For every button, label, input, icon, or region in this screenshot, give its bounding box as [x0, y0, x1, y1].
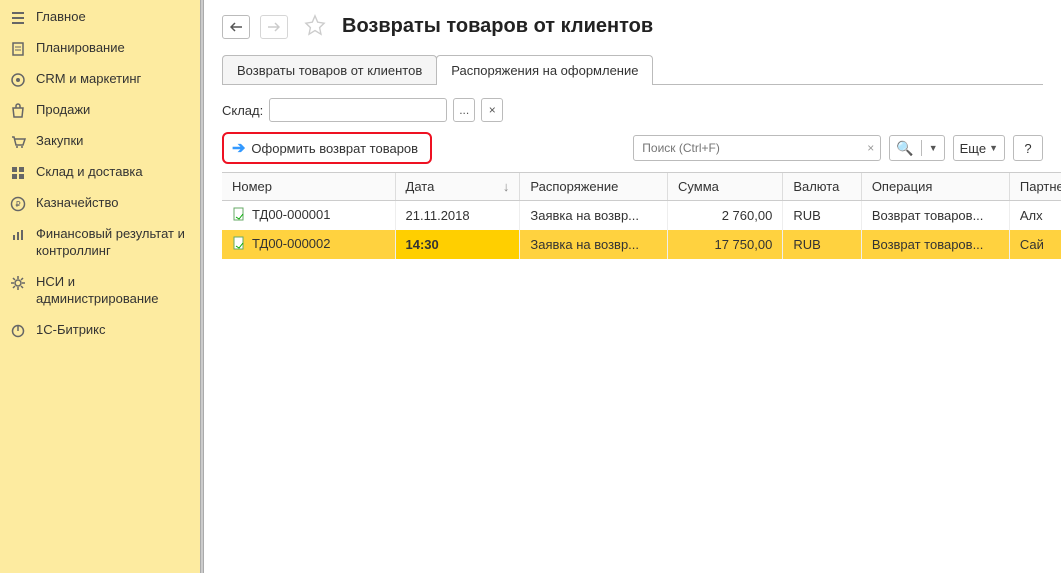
sidebar-item-label: 1С-Битрикс	[36, 322, 106, 339]
sidebar-item-finance[interactable]: Финансовый результат и контроллинг	[0, 219, 200, 267]
sidebar: Главное Планирование CRM и маркетинг Про…	[0, 0, 200, 573]
toolbar: ➔ Оформить возврат товаров × 🔍 ▼ Еще ▼ ?	[204, 132, 1061, 172]
sidebar-item-label: Планирование	[36, 40, 125, 57]
page-title: Возвраты товаров от клиентов	[342, 15, 653, 38]
sidebar-item-label: Продажи	[36, 102, 90, 119]
sidebar-item-crm[interactable]: CRM и маркетинг	[0, 64, 200, 95]
filter-menu-button[interactable]: 🔍 ▼	[889, 135, 944, 161]
cell-order: Заявка на возвр...	[520, 230, 668, 259]
sidebar-item-label: Склад и доставка	[36, 164, 143, 181]
search-box: ×	[633, 135, 881, 161]
sidebar-item-nsi[interactable]: НСИ и администрирование	[0, 267, 200, 315]
sidebar-item-main[interactable]: Главное	[0, 2, 200, 33]
table-row-selected[interactable]: ТД00-000002 14:30 Заявка на возвр... 17 …	[222, 230, 1061, 259]
sidebar-item-label: НСИ и администрирование	[36, 274, 188, 308]
document-icon	[232, 207, 246, 224]
cell-number: ТД00-000001	[252, 207, 330, 222]
cell-operation: Возврат товаров...	[861, 201, 1009, 231]
tab-returns[interactable]: Возвраты товаров от клиентов	[222, 55, 437, 85]
cell-currency: RUB	[783, 230, 862, 259]
table-row[interactable]: ТД00-000001 21.11.2018 Заявка на возвр..…	[222, 201, 1061, 231]
power-icon	[10, 323, 26, 339]
document-icon	[232, 236, 246, 253]
favorite-icon[interactable]	[304, 14, 326, 39]
filter-row: Склад: ... ×	[204, 86, 1061, 132]
help-label: ?	[1024, 141, 1031, 156]
sidebar-item-label: Главное	[36, 9, 86, 26]
sidebar-item-label: Финансовый результат и контроллинг	[36, 226, 188, 260]
cell-sum: 17 750,00	[668, 230, 783, 259]
sort-asc-icon: ↓	[503, 179, 510, 194]
action-label: Оформить возврат товаров	[251, 141, 418, 156]
svg-text:₽: ₽	[15, 200, 20, 209]
gear-icon	[10, 275, 26, 291]
help-button[interactable]: ?	[1013, 135, 1043, 161]
menu-icon	[10, 10, 26, 26]
col-date[interactable]: Дата↓	[395, 173, 520, 201]
cell-number: ТД00-000002	[252, 236, 330, 251]
chart-icon	[10, 227, 26, 243]
cell-date: 21.11.2018	[395, 201, 520, 231]
ruble-icon: ₽	[10, 196, 26, 212]
sidebar-item-sales[interactable]: Продажи	[0, 95, 200, 126]
warehouse-select-button[interactable]: ...	[453, 98, 475, 122]
sidebar-item-label: Казначейство	[36, 195, 118, 212]
col-order[interactable]: Распоряжение	[520, 173, 668, 201]
warehouse-clear-button[interactable]: ×	[481, 98, 503, 122]
back-button[interactable]	[222, 15, 250, 39]
table-header-row: Номер Дата↓ Распоряжение Сумма Валюта Оп…	[222, 173, 1061, 201]
filter-label-warehouse: Склад:	[222, 103, 263, 118]
cell-partner: Алх	[1009, 201, 1061, 231]
search-clear-icon[interactable]: ×	[867, 141, 874, 155]
cell-date: 14:30	[395, 230, 520, 259]
warehouse-input[interactable]	[269, 98, 447, 122]
more-label: Еще	[960, 141, 986, 156]
col-operation[interactable]: Операция	[861, 173, 1009, 201]
tab-label: Распоряжения на оформление	[451, 63, 638, 78]
tab-label: Возвраты товаров от клиентов	[237, 63, 422, 78]
create-return-button[interactable]: ➔ Оформить возврат товаров	[222, 132, 432, 164]
forward-button[interactable]	[260, 15, 288, 39]
search-input[interactable]	[634, 136, 880, 160]
col-partner[interactable]: Партнер	[1009, 173, 1061, 201]
sidebar-item-label: Закупки	[36, 133, 83, 150]
cell-order: Заявка на возвр...	[520, 201, 668, 231]
cell-currency: RUB	[783, 201, 862, 231]
bag-icon	[10, 103, 26, 119]
search-icon: 🔍	[896, 140, 913, 157]
cell-partner: Сай	[1009, 230, 1061, 259]
cell-operation: Возврат товаров...	[861, 230, 1009, 259]
col-sum[interactable]: Сумма	[668, 173, 783, 201]
col-currency[interactable]: Валюта	[783, 173, 862, 201]
tabs: Возвраты товаров от клиентов Распоряжени…	[222, 55, 1043, 85]
target-icon	[10, 72, 26, 88]
sidebar-item-treasury[interactable]: ₽ Казначейство	[0, 188, 200, 219]
sidebar-item-purchases[interactable]: Закупки	[0, 126, 200, 157]
cart-icon	[10, 134, 26, 150]
grid-icon	[10, 165, 26, 181]
chevron-down-icon: ▼	[929, 143, 938, 153]
arrow-right-icon: ➔	[232, 138, 245, 158]
tab-orders[interactable]: Распоряжения на оформление	[436, 55, 653, 85]
chevron-down-icon: ▼	[989, 143, 998, 153]
col-number[interactable]: Номер	[222, 173, 395, 201]
sidebar-item-bitrix[interactable]: 1С-Битрикс	[0, 315, 200, 346]
header: Возвраты товаров от клиентов	[204, 0, 1061, 49]
cell-sum: 2 760,00	[668, 201, 783, 231]
sidebar-item-planning[interactable]: Планирование	[0, 33, 200, 64]
more-menu-button[interactable]: Еще ▼	[953, 135, 1005, 161]
sidebar-item-warehouse[interactable]: Склад и доставка	[0, 157, 200, 188]
main-area: Возвраты товаров от клиентов Возвраты то…	[204, 0, 1061, 573]
plan-icon	[10, 41, 26, 57]
table: Номер Дата↓ Распоряжение Сумма Валюта Оп…	[222, 172, 1061, 573]
sidebar-item-label: CRM и маркетинг	[36, 71, 141, 88]
